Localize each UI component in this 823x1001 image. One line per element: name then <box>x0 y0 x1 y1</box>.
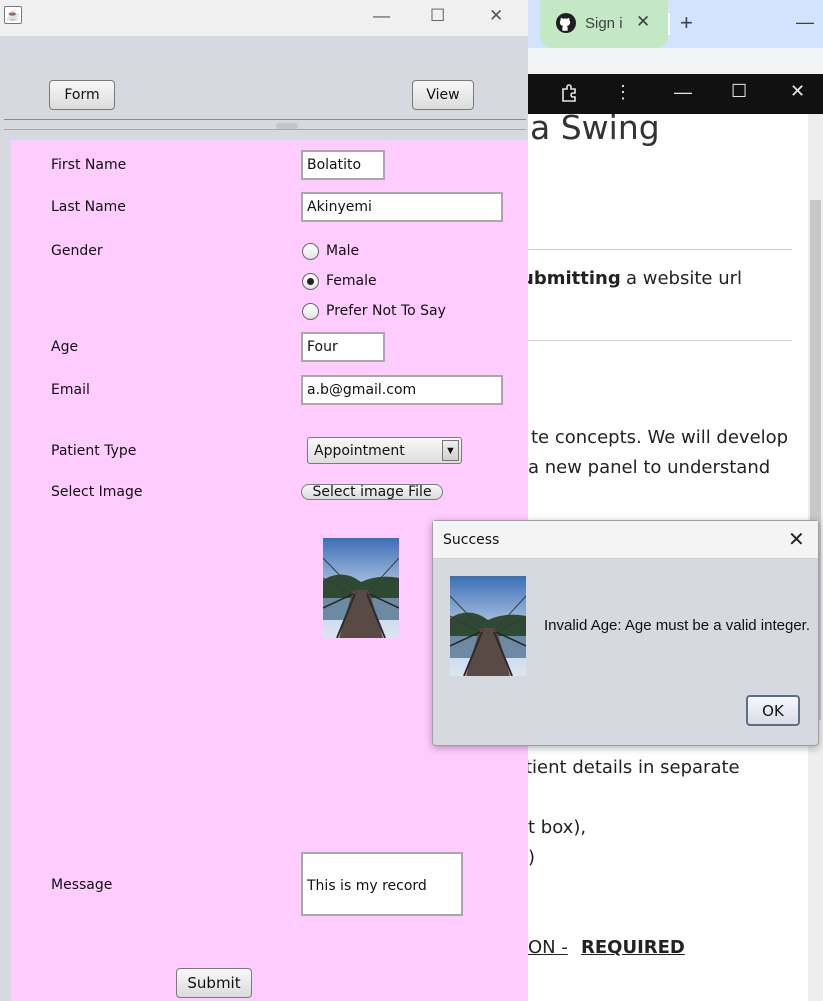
email-field[interactable]: a.b@gmail.com <box>301 375 503 405</box>
dialog-title: Success <box>443 532 500 548</box>
message-textarea[interactable]: This is my record <box>301 852 463 916</box>
last-name-field[interactable]: Akinyemi <box>301 192 503 222</box>
article-text: a new panel to understand <box>528 457 771 478</box>
article-text: REQUIRED <box>581 937 685 958</box>
patient-type-dropdown[interactable]: Appointment ▼ <box>307 437 462 464</box>
dialog-message: Invalid Age: Age must be a valid integer… <box>544 617 811 634</box>
select-image-label: Select Image <box>51 484 143 500</box>
close-icon[interactable]: ✕ <box>790 81 805 102</box>
first-name-field[interactable]: Bolatito <box>301 150 385 180</box>
split-divider <box>4 119 526 120</box>
article-text: tient details in separate <box>525 757 740 778</box>
email-label: Email <box>51 382 90 398</box>
extensions-icon[interactable] <box>560 83 580 108</box>
dialog-image-icon <box>450 576 526 676</box>
gender-label: Gender <box>51 243 103 259</box>
gender-prefer-not-label[interactable]: Prefer Not To Say <box>326 303 446 319</box>
article-text: t box), <box>528 817 587 838</box>
java-app-icon: ☕ <box>4 6 22 24</box>
message-text: This is my record <box>307 878 427 894</box>
gender-female-label[interactable]: Female <box>326 273 377 289</box>
minimize-icon[interactable]: — <box>674 82 692 103</box>
article-text: a website url <box>626 268 743 289</box>
maximize-icon[interactable]: ☐ <box>731 81 747 102</box>
menu-icon[interactable]: ⋮ <box>614 82 632 103</box>
browser-minimize-icon[interactable]: — <box>796 12 814 33</box>
patient-type-label: Patient Type <box>51 443 137 459</box>
github-icon <box>556 13 576 33</box>
article-text: ubmitting <box>521 268 621 289</box>
gender-prefer-not-radio[interactable] <box>302 303 319 320</box>
close-icon[interactable]: ✕ <box>489 6 503 26</box>
success-dialog: Success ✕ Invalid Age: Age must be a val… <box>432 520 819 746</box>
gender-male-radio[interactable] <box>302 243 319 260</box>
divider <box>528 249 792 250</box>
submit-button[interactable]: Submit <box>176 968 252 998</box>
age-label: Age <box>51 339 79 355</box>
form-button[interactable]: Form <box>49 80 115 110</box>
first-name-label: First Name <box>51 157 127 173</box>
minimize-icon[interactable]: — <box>373 6 390 26</box>
divider <box>528 340 792 341</box>
ok-button[interactable]: OK <box>746 695 800 726</box>
article-text: te concepts. We will develop <box>531 427 789 448</box>
view-button[interactable]: View <box>412 80 474 110</box>
gender-female-radio[interactable] <box>302 273 319 290</box>
article-text: ) <box>528 847 536 868</box>
close-tab-icon[interactable]: ✕ <box>636 12 650 32</box>
article-text: ON - <box>528 937 568 958</box>
patient-type-selected: Appointment <box>314 443 405 459</box>
gender-male-label[interactable]: Male <box>326 243 359 259</box>
close-icon[interactable]: ✕ <box>788 527 805 552</box>
age-field[interactable]: Four <box>301 332 385 362</box>
window-titlebar <box>0 0 528 36</box>
swing-window: ☕ — ☐ ✕ Form View First Name Bolatito La… <box>0 0 528 1001</box>
dropdown-arrow-icon[interactable]: ▼ <box>442 440 459 461</box>
split-divider <box>4 129 526 130</box>
selected-image-preview <box>323 538 399 638</box>
article-heading: a Swing <box>530 108 660 147</box>
new-tab-icon[interactable]: + <box>680 10 693 36</box>
message-label: Message <box>51 877 113 893</box>
last-name-label: Last Name <box>51 199 126 215</box>
browser-tab-title[interactable]: Sign i <box>585 15 623 32</box>
tab-separator <box>668 13 670 35</box>
select-image-button[interactable]: Select image File <box>301 484 443 500</box>
maximize-icon[interactable]: ☐ <box>430 6 445 26</box>
